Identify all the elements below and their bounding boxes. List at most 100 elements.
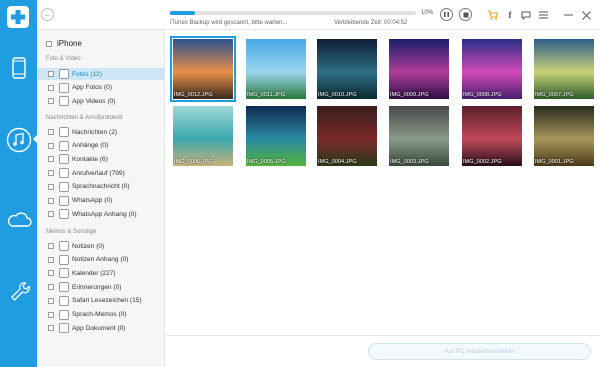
reminder-icon (59, 282, 69, 293)
top-bar: ← 10% iTunes Backup wird gescannt, bitte… (37, 0, 600, 30)
cart-icon[interactable] (486, 9, 498, 21)
photo-thumbnail[interactable]: IMG_0002.JPG (462, 106, 522, 166)
item-checkbox[interactable] (48, 129, 54, 135)
photo-filename: IMG_0006.JPG (174, 159, 213, 165)
bottom-bar: Auf PC wiederherstellen (166, 335, 600, 367)
item-checkbox[interactable] (48, 142, 54, 149)
tree-item[interactable]: App Fotos (0) (37, 82, 164, 94)
item-checkbox[interactable] (48, 98, 54, 105)
message-icon (59, 127, 69, 137)
pause-button[interactable] (440, 8, 453, 21)
photo-filename: IMG_0012.JPG (174, 92, 213, 98)
tree-item[interactable]: Erinnerungen (0) (37, 281, 164, 293)
tree-item[interactable]: Kontakte (6) (37, 153, 164, 165)
photo-thumbnail[interactable]: IMG_0011.JPG (246, 39, 306, 99)
photo-thumbnail[interactable]: IMG_0007.JPG (534, 39, 594, 99)
scan-progress-fill (170, 11, 195, 15)
item-checkbox[interactable] (48, 284, 54, 291)
app-video-icon (59, 96, 69, 107)
item-checkbox[interactable] (48, 183, 54, 190)
tree-item-label: Notizen Anhang (0) (72, 256, 129, 264)
tree-item-label: App Dokument (0) (72, 324, 126, 332)
photo-filename: IMG_0008.JPG (463, 92, 502, 98)
notes-attachment-icon (59, 254, 69, 265)
feedback-icon[interactable] (520, 9, 532, 21)
pause-icon (444, 12, 449, 17)
device-checkbox[interactable] (46, 40, 52, 47)
tree-item[interactable]: WhatsApp (0) (37, 195, 164, 207)
voicemail-icon (59, 181, 69, 192)
tree-item[interactable]: Anrufverlauf (799) (37, 167, 164, 179)
item-checkbox[interactable] (48, 84, 54, 91)
section-title: Memos & Sonstige (46, 229, 97, 235)
tree-item-label: Kalender (227) (72, 269, 116, 277)
tree-item[interactable]: Sprach-Memos (0) (37, 309, 164, 321)
photo-image (389, 106, 449, 166)
item-checkbox[interactable] (48, 71, 54, 77)
device-name: iPhone (57, 39, 82, 48)
item-checkbox[interactable] (48, 311, 54, 318)
tree-item[interactable]: App Dokument (0) (37, 322, 164, 334)
tree-item-label: Sprachnachricht (0) (72, 183, 130, 191)
photo-thumbnail[interactable]: IMG_0003.JPG (389, 106, 449, 166)
item-checkbox[interactable] (48, 156, 54, 163)
photo-thumbnail[interactable]: IMG_0005.JPG (246, 106, 306, 166)
tree-item[interactable]: Kalender (227) (37, 267, 164, 279)
tree-item[interactable]: Notizen (0) (37, 240, 164, 252)
photo-image (534, 39, 594, 99)
item-checkbox[interactable] (48, 256, 54, 263)
photo-thumbnail[interactable]: IMG_0001.JPG (534, 106, 594, 166)
tools-icon[interactable] (0, 267, 37, 313)
photo-image (462, 39, 522, 99)
tree-item[interactable]: Notizen Anhang (0) (37, 254, 164, 266)
tree-item-label: Anhänge (0) (72, 142, 109, 150)
tree-item[interactable]: App Videos (0) (37, 95, 164, 107)
stop-button[interactable] (459, 8, 472, 21)
photo-thumbnail[interactable]: IMG_0006.JPG (173, 106, 233, 166)
tree-item-label: Nachrichten (2) (72, 128, 118, 136)
photo-thumbnail[interactable]: IMG_0012.JPG (170, 36, 236, 102)
item-checkbox[interactable] (48, 197, 54, 204)
section-title: Foto & Video (46, 56, 81, 62)
item-checkbox[interactable] (48, 325, 54, 332)
category-tree: iPhone Foto & Video Fotos (12) App Fotos (… (37, 30, 165, 367)
item-checkbox[interactable] (48, 211, 54, 218)
photo-thumbnail[interactable]: IMG_0008.JPG (462, 39, 522, 99)
item-checkbox[interactable] (48, 243, 54, 249)
tree-item[interactable]: WhatsApp Anhang (0) (37, 208, 164, 220)
item-checkbox[interactable] (48, 270, 54, 277)
whatsapp-icon (59, 195, 69, 206)
cloud-icon[interactable] (0, 196, 37, 242)
photo-filename: IMG_0004.JPG (318, 159, 357, 165)
minimize-icon[interactable] (562, 9, 574, 21)
tree-item[interactable]: Sprachnachricht (0) (37, 181, 164, 193)
music-icon[interactable] (0, 117, 38, 163)
arrow-left-icon: ← (43, 10, 52, 19)
device-icon[interactable] (0, 45, 37, 91)
close-icon[interactable] (580, 9, 592, 21)
photo-filename: IMG_0007.JPG (535, 92, 574, 98)
photo-thumbnail[interactable]: IMG_0010.JPG (317, 39, 377, 99)
device-row[interactable]: iPhone (46, 39, 82, 48)
item-checkbox[interactable] (48, 170, 54, 177)
photo-filename: IMG_0010.JPG (318, 92, 357, 98)
tree-item[interactable]: Fotos (12) (37, 68, 164, 80)
photo-image (462, 106, 522, 166)
tree-item[interactable]: Safari Lesezeichen (15) (37, 295, 164, 307)
restore-to-pc-button[interactable]: Auf PC wiederherstellen (368, 343, 591, 360)
voice-memo-icon (59, 309, 69, 320)
menu-icon[interactable] (537, 9, 549, 21)
tree-item[interactable]: Anhänge (0) (37, 140, 164, 152)
item-checkbox[interactable] (48, 297, 54, 304)
tree-item-label: Kontakte (6) (72, 155, 108, 163)
facebook-icon[interactable]: f (504, 9, 516, 21)
back-button[interactable]: ← (41, 8, 54, 21)
tree-item[interactable]: Nachrichten (2) (37, 126, 164, 138)
tree-item-label: Sprach-Memos (0) (72, 311, 127, 318)
photo-thumbnail[interactable]: IMG_0004.JPG (317, 106, 377, 166)
photo-thumbnail[interactable]: IMG_0009.JPG (389, 39, 449, 99)
photo-image (317, 39, 377, 99)
app-logo-icon (5, 4, 31, 30)
tree-item-label: App Fotos (0) (72, 84, 112, 92)
scan-status-text: iTunes Backup wird gescannt, bitte warte… (170, 20, 288, 26)
